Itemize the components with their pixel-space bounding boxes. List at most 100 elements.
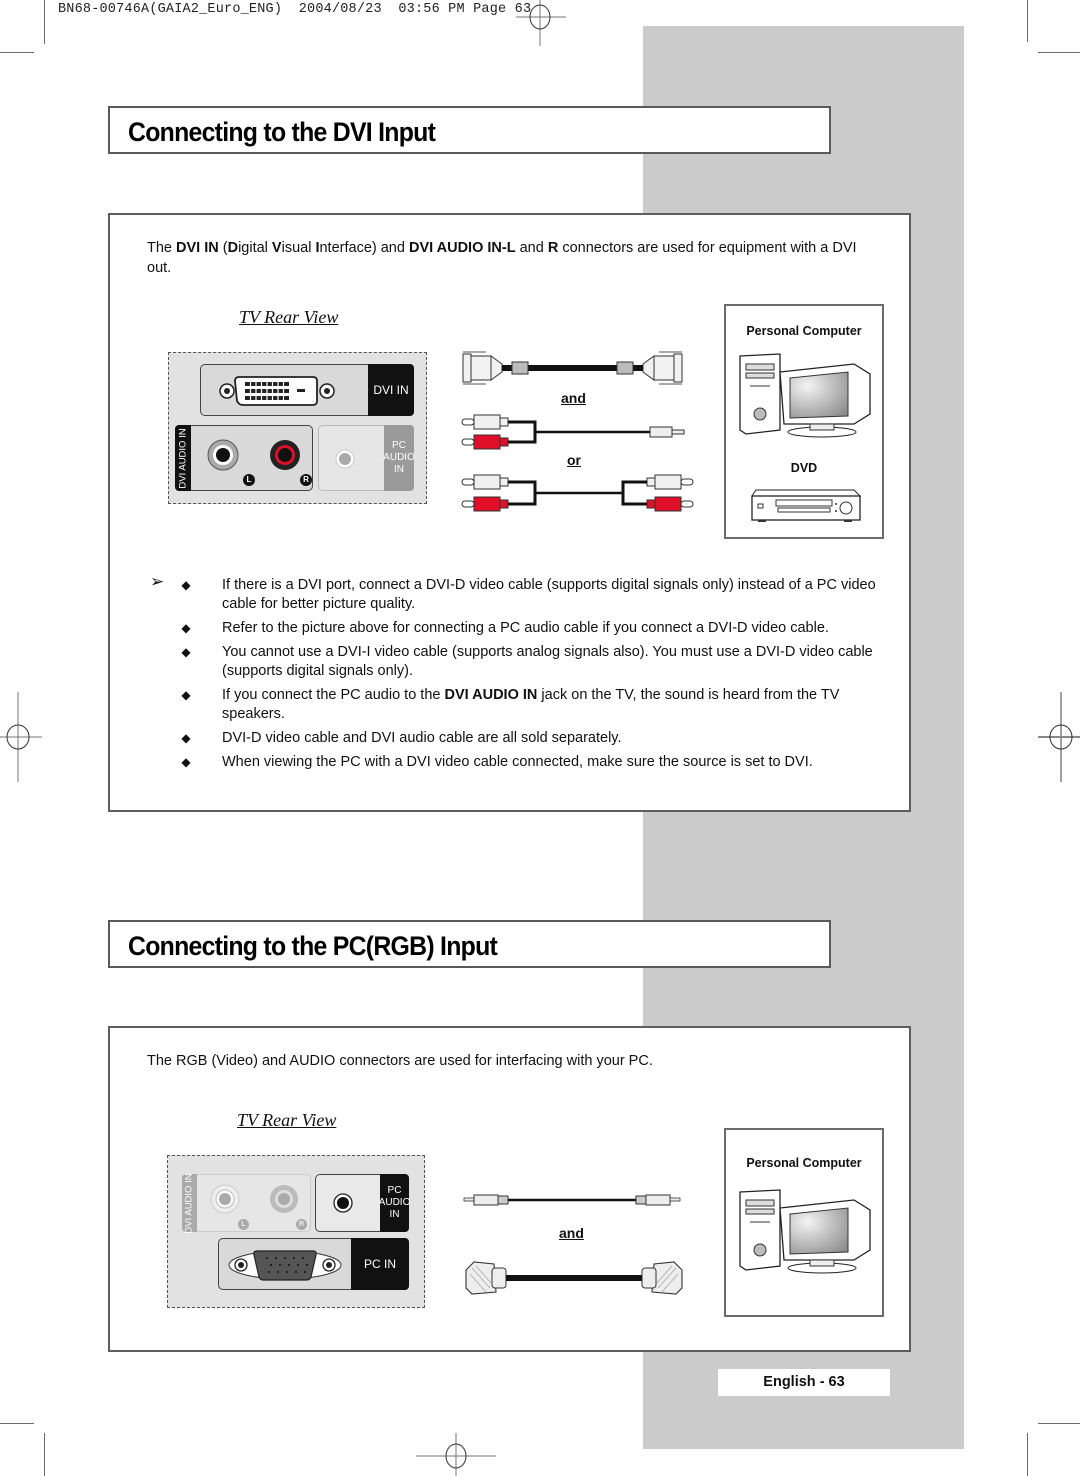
personal-computer-icon: [739, 353, 871, 438]
note-text: If you connect the PC audio to the: [222, 687, 445, 703]
note-item: ◆ DVI-D video cable and DVI audio cable …: [178, 729, 888, 748]
intro-bold: R: [547, 240, 559, 256]
note-text: When viewing the PC with a DVI video cab…: [222, 754, 813, 770]
dvi-audio-in-label: DVI AUDIO IN: [175, 425, 191, 491]
section-title-dvi: Connecting to the DVI Input: [128, 117, 436, 147]
pc-intro-text: The RGB (Video) and AUDIO connectors are…: [147, 1053, 653, 1069]
note-text: DVI-D video cable and DVI audio cable ar…: [222, 730, 622, 746]
note-text: Refer to the picture above for connectin…: [222, 620, 829, 636]
audio-jack-icon: [333, 1193, 353, 1213]
dvi-port-icon: [219, 376, 335, 406]
page-number-label: English - 63: [718, 1369, 890, 1396]
left-channel-badge: L: [238, 1219, 249, 1230]
diamond-bullet-icon: ◆: [181, 755, 191, 769]
doc-id: BN68-00746A(GAIA2_Euro_ENG): [58, 2, 283, 17]
note-text: If there is a DVI port, connect a DVI-D …: [222, 577, 876, 612]
section-title-box-dvi: Connecting to the DVI Input: [108, 106, 831, 154]
personal-computer-label: Personal Computer: [746, 324, 862, 338]
dvd-label: DVD: [790, 461, 818, 475]
pc-audio-in-port-group: PC AUDIO IN: [315, 1174, 410, 1232]
right-channel-badge: R: [300, 474, 312, 486]
registration-mark-icon: [516, 0, 566, 46]
crop-mark: [1027, 0, 1028, 42]
intro-text: (: [218, 240, 228, 256]
diamond-bullet-icon: ◆: [181, 621, 191, 635]
or-label: or: [567, 452, 581, 468]
intro-bold: DVI AUDIO IN-L: [408, 240, 516, 256]
crop-mark: [0, 1423, 34, 1424]
intro-text: igital: [238, 240, 272, 256]
rca-jack-left-icon: [207, 439, 239, 471]
rca-jack-left-icon: [210, 1184, 240, 1214]
intro-text: isual: [281, 240, 316, 256]
dvi-audio-in-label: DVI AUDIO IN: [182, 1172, 197, 1234]
intro-bold: D: [227, 240, 239, 256]
note-bold: DVI AUDIO IN: [444, 687, 538, 703]
dvi-notes-list: ◆ If there is a DVI port, connect a DVI-…: [178, 576, 888, 777]
diamond-bullet-icon: ◆: [181, 731, 191, 745]
print-page-label: Page: [473, 2, 507, 17]
note-arrow-icon: ➢: [150, 572, 165, 591]
dvi-intro-text: The DVI IN (Digital Visual Interface) an…: [147, 239, 882, 278]
intro-text: The: [147, 240, 177, 256]
tv-rear-panel-dvi: DVI IN DVI AUDIO IN L R PC AUDIO IN: [168, 352, 427, 504]
intro-text: nterface) and: [319, 240, 409, 256]
personal-computer-icon: [739, 1189, 871, 1274]
crop-mark: [0, 52, 34, 53]
device-box-pc: Personal Computer: [724, 1128, 884, 1317]
registration-mark-icon: [1038, 692, 1080, 782]
print-date: 2004/08/23: [298, 2, 382, 17]
vga-cable-icon: [465, 1261, 683, 1295]
print-time: 03:56 PM: [398, 2, 465, 17]
section-title-box-pc: Connecting to the PC(RGB) Input: [108, 920, 831, 968]
vga-port-icon: [228, 1250, 342, 1281]
rca-to-stereo-cable-icon: [461, 414, 685, 450]
note-text: You cannot use a DVI-I video cable (supp…: [222, 644, 873, 679]
dvi-audio-in-port-group: DVI AUDIO IN L R: [175, 425, 313, 491]
diamond-bullet-icon: ◆: [181, 578, 191, 592]
crop-mark: [44, 0, 45, 44]
print-header: BN68-00746A(GAIA2_Euro_ENG) 2004/08/23 0…: [58, 2, 531, 17]
note-item: ◆ If you connect the PC audio to the DVI…: [178, 686, 888, 724]
crop-mark: [1038, 1423, 1080, 1424]
diamond-bullet-icon: ◆: [181, 645, 191, 659]
dvi-in-port-group: DVI IN: [200, 364, 414, 416]
pc-in-port-group: PC IN: [218, 1238, 409, 1290]
registration-mark-icon: [0, 692, 42, 782]
tv-rear-panel-pc: DVI AUDIO IN L R PC AUDIO IN PC IN: [167, 1155, 425, 1308]
pc-audio-in-port-group: PC AUDIO IN: [318, 425, 415, 491]
device-box-dvi: Personal Computer DVD: [724, 304, 884, 539]
dvi-video-cable-icon: [462, 351, 683, 385]
audio-jack-icon: [335, 449, 355, 469]
note-item: ◆ You cannot use a DVI-I video cable (su…: [178, 643, 888, 681]
note-item: ◆ Refer to the picture above for connect…: [178, 619, 888, 638]
pc-audio-in-label: PC AUDIO IN: [379, 1174, 410, 1232]
registration-mark-icon: [416, 1433, 496, 1476]
note-item: ◆ When viewing the PC with a DVI video c…: [178, 753, 888, 772]
intro-text: and: [515, 240, 548, 256]
pc-audio-in-label: PC AUDIO IN: [383, 425, 415, 491]
dvd-player-icon: [751, 489, 862, 522]
note-item: ◆ If there is a DVI port, connect a DVI-…: [178, 576, 888, 614]
rca-jack-right-icon: [270, 1185, 298, 1213]
dvi-in-label: DVI IN: [368, 364, 414, 416]
personal-computer-label: Personal Computer: [746, 1156, 862, 1170]
and-label: and: [561, 390, 586, 406]
right-channel-badge: R: [296, 1219, 307, 1230]
and-label: and: [559, 1225, 584, 1241]
pc-in-label: PC IN: [351, 1238, 409, 1290]
crop-mark: [44, 1433, 45, 1476]
rca-to-rca-cable-icon: [461, 474, 694, 512]
crop-mark: [1038, 52, 1080, 53]
intro-bold: V: [271, 240, 282, 256]
dvi-audio-in-port-group: DVI AUDIO IN L R: [182, 1172, 311, 1234]
crop-mark: [1027, 1433, 1028, 1476]
intro-bold: DVI IN: [176, 240, 219, 256]
stereo-audio-cable-icon: [463, 1194, 681, 1206]
section-title-pc: Connecting to the PC(RGB) Input: [128, 931, 498, 961]
rca-jack-right-icon: [270, 440, 300, 470]
diamond-bullet-icon: ◆: [181, 688, 191, 702]
left-channel-badge: L: [243, 474, 255, 486]
tv-rear-view-title: TV Rear View: [239, 307, 339, 327]
tv-rear-view-title: TV Rear View: [237, 1110, 337, 1130]
